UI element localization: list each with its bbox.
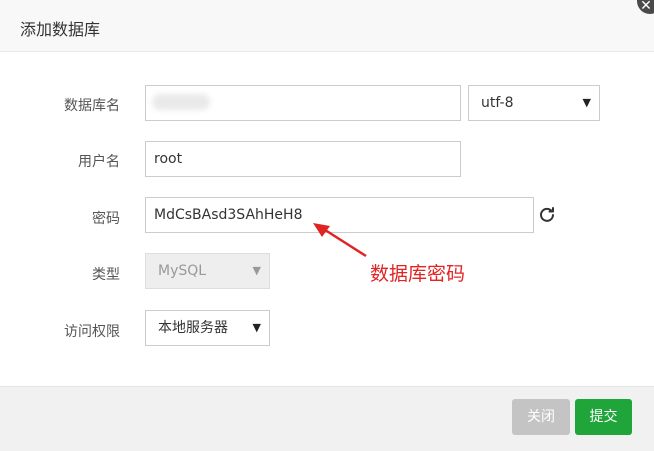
chevron-down-icon: ▼: [252, 321, 261, 334]
username-input[interactable]: [145, 141, 461, 177]
close-icon[interactable]: ✕: [637, 0, 654, 14]
dialog-title: 添加数据库: [20, 20, 101, 39]
refresh-icon[interactable]: [538, 205, 556, 223]
db-name-input[interactable]: [145, 85, 461, 121]
type-select: MySQL ▼: [145, 253, 270, 289]
username-label: 用户名: [78, 154, 120, 170]
close-button[interactable]: 关闭: [512, 399, 570, 435]
access-label: 访问权限: [64, 324, 120, 340]
charset-select[interactable]: utf-8 ▼: [468, 85, 600, 121]
submit-button[interactable]: 提交: [575, 399, 632, 435]
password-label: 密码: [92, 211, 120, 227]
db-name-label: 数据库名: [64, 98, 120, 114]
annotation-arrow-icon: [313, 223, 367, 258]
chevron-down-icon: ▼: [252, 264, 261, 277]
annotation-label: 数据库密码: [370, 263, 466, 285]
access-select[interactable]: 本地服务器 ▼: [145, 310, 270, 346]
type-label: 类型: [92, 267, 120, 283]
chevron-down-icon: ▼: [582, 96, 591, 109]
add-database-dialog: 添加数据库 ✕ 数据库名 utf-8 ▼ 用户名 密码 类型 MySQL ▼ 访…: [0, 0, 654, 451]
dialog-footer: 关闭 提交: [0, 386, 654, 451]
redacted-db-name: [152, 94, 210, 110]
dialog-header: 添加数据库: [0, 0, 654, 52]
